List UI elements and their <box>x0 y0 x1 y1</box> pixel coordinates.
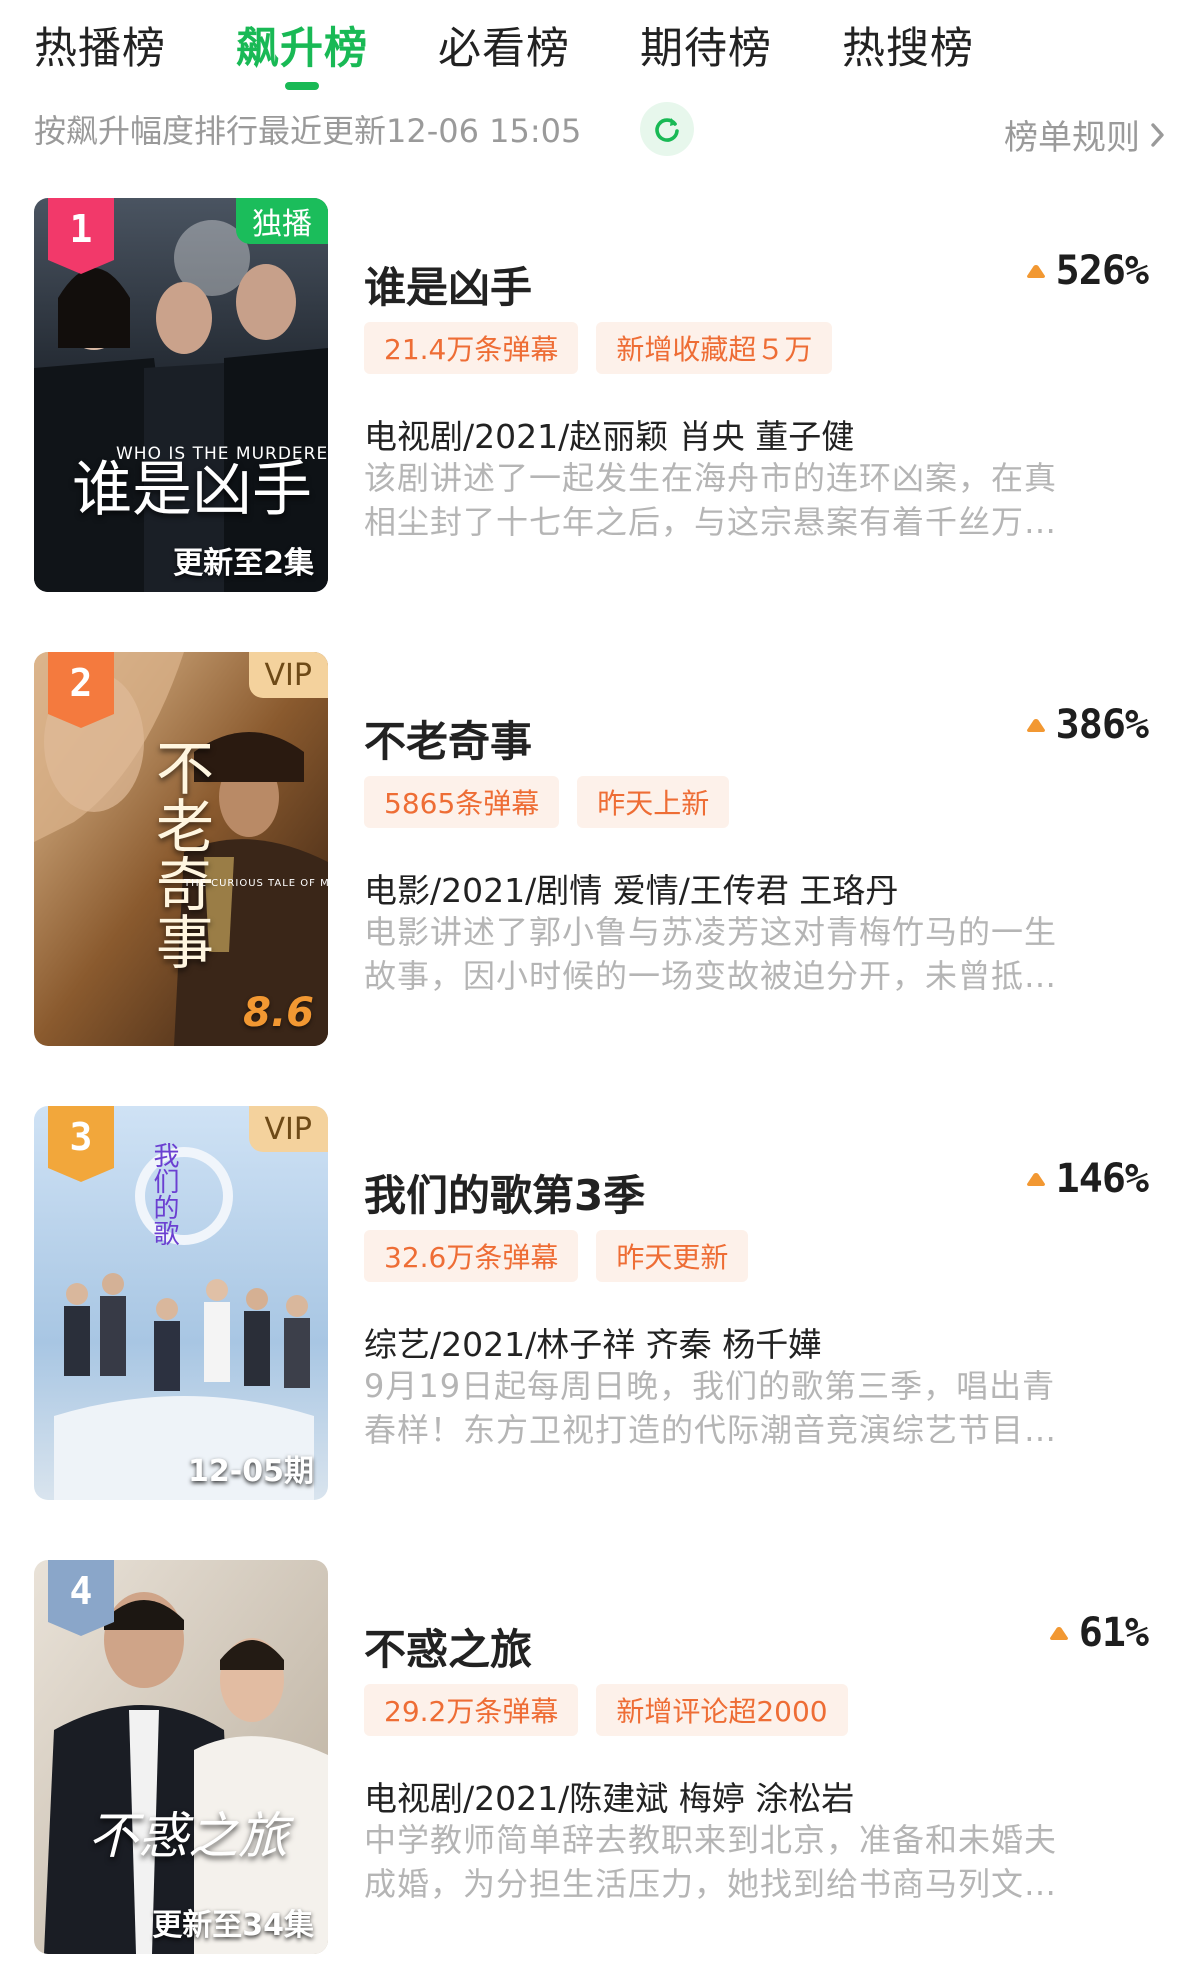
chart-rules-link[interactable]: 榜单规则 <box>1004 110 1166 159</box>
growth-value: 386% <box>1055 702 1149 748</box>
tag-chip: 新增收藏超５万 <box>596 322 833 374</box>
growth-value: 526% <box>1055 248 1149 294</box>
ranking-item[interactable]: 3 VIP 我们的歌 12-05期 我们的歌第3季 146% 32.6万条弹幕 … <box>0 1106 1200 1502</box>
vip-badge: VIP <box>248 652 328 698</box>
chart-rules-label: 榜单规则 <box>1004 118 1140 158</box>
refresh-button[interactable] <box>640 102 694 156</box>
item-description: 该剧讲述了一起发生在海舟市的连环凶案，在真 相尘封了十七年之后，与这宗悬案有着千… <box>364 456 1154 544</box>
tab-anticipated[interactable]: 期待榜 <box>640 14 772 76</box>
item-description: 电影讲述了郭小鲁与苏凌芳这对青梅竹马的一生 故事，因小时候的一场变故被迫分开，未… <box>364 910 1154 998</box>
description-line: 9月19日起每周日晚，我们的歌第三季，唱出青 <box>364 1367 1056 1405</box>
tag-chip: 新增评论超2000 <box>596 1684 848 1736</box>
up-arrow-icon <box>1026 719 1045 732</box>
episode-status: 更新至2集 <box>173 546 314 581</box>
item-meta: 电视剧/2021/陈建斌 梅婷 涂松岩 <box>364 1779 855 1818</box>
item-meta: 综艺/2021/林子祥 齐秦 杨千嬅 <box>364 1325 822 1364</box>
tab-rising[interactable]: 飙升榜 <box>236 14 368 76</box>
growth-rate: 526% <box>1026 248 1149 294</box>
description-line: 成婚，为分担生活压力，她找到给书商马列文… <box>364 1865 1058 1903</box>
poster-subtitle: THE CURIOUS TALE OF MR.GUO <box>184 878 328 889</box>
description-line: 电影讲述了郭小鲁与苏凌芳这对青梅竹马的一生 <box>364 913 1058 951</box>
ranking-item[interactable]: 1 独播 WHO IS THE MURDERER 谁是凶手 更新至2集 谁是凶手… <box>0 198 1200 594</box>
rating-score: 8.6 <box>243 990 314 1036</box>
description-line: 中学教师简单辞去教职来到北京，准备和未婚夫 <box>364 1821 1058 1859</box>
exclusive-badge: 独播 <box>236 198 328 244</box>
up-arrow-icon <box>1026 265 1045 278</box>
growth-rate: 61% <box>1049 1610 1149 1656</box>
tag-chip: 昨天上新 <box>577 776 730 828</box>
item-description: 中学教师简单辞去教职来到北京，准备和未婚夫 成婚，为分担生活压力，她找到给书商马… <box>364 1818 1154 1906</box>
poster-title-art: 我们的歌 <box>149 1142 179 1246</box>
tag-chip: 5865条弹幕 <box>364 776 560 828</box>
tag-chip: 昨天更新 <box>596 1230 749 1282</box>
tab-must-watch[interactable]: 必看榜 <box>438 14 570 76</box>
description-line: 春样！东方卫视打造的代际潮音竞演综艺节目… <box>364 1411 1058 1449</box>
item-title[interactable]: 谁是凶手 <box>364 254 532 315</box>
growth-rate: 146% <box>1026 1156 1149 1202</box>
ranking-item[interactable]: 2 VIP 不老奇事 THE CURIOUS TALE OF MR.GUO 8.… <box>0 652 1200 1048</box>
rank-badge: 4 <box>48 1560 114 1636</box>
sort-info-bar: 按飙升幅度排行最近更新12-06 15:05 榜单规则 <box>0 100 1200 162</box>
description-line: 相尘封了十七年之后，与这宗悬案有着千丝万… <box>364 503 1058 541</box>
tag-list: 29.2万条弹幕 新增评论超2000 <box>364 1684 866 1736</box>
episode-status: 更新至34集 <box>152 1908 314 1943</box>
tag-list: 5865条弹幕 昨天上新 <box>364 776 747 828</box>
tag-list: 32.6万条弹幕 昨天更新 <box>364 1230 766 1282</box>
chart-tab-bar: 热播榜 飙升榜 必看榜 期待榜 热搜榜 <box>0 0 1200 90</box>
up-arrow-icon <box>1026 1173 1045 1186</box>
growth-value: 146% <box>1055 1156 1149 1202</box>
rank-badge: 3 <box>48 1106 114 1182</box>
poster-thumbnail[interactable]: 4 不惑之旅 更新至34集 <box>34 1560 328 1954</box>
poster-title-art: 不惑之旅 <box>88 1807 288 1865</box>
item-meta: 电视剧/2021/赵丽颖 肖央 董子健 <box>364 417 855 456</box>
poster-title-art: 不老奇事 <box>146 738 214 970</box>
tag-list: 21.4万条弹幕 新增收藏超５万 <box>364 322 850 374</box>
description-line: 该剧讲述了一起发生在海舟市的连环凶案，在真 <box>364 459 1058 497</box>
rank-badge: 2 <box>48 652 114 728</box>
ranking-item[interactable]: 4 不惑之旅 更新至34集 不惑之旅 61% 29.2万条弹幕 新增评论超200… <box>0 1560 1200 1956</box>
refresh-icon <box>655 118 679 142</box>
tag-chip: 21.4万条弹幕 <box>364 322 579 374</box>
poster-title-art: 谁是凶手 <box>72 455 312 525</box>
item-meta: 电影/2021/剧情 爱情/王传君 王珞丹 <box>364 871 899 910</box>
tab-hot-search[interactable]: 热搜榜 <box>842 14 974 76</box>
up-arrow-icon <box>1049 1627 1068 1640</box>
sort-update-info: 按飙升幅度排行最近更新12-06 15:05 <box>34 112 582 150</box>
poster-thumbnail[interactable]: 3 VIP 我们的歌 12-05期 <box>34 1106 328 1500</box>
description-line: 故事，因小时候的一场变故被迫分开，未曾抵… <box>364 957 1058 995</box>
poster-thumbnail[interactable]: 1 独播 WHO IS THE MURDERER 谁是凶手 更新至2集 <box>34 198 328 592</box>
tag-chip: 29.2万条弹幕 <box>364 1684 579 1736</box>
tab-hot-play[interactable]: 热播榜 <box>34 14 166 76</box>
tag-chip: 32.6万条弹幕 <box>364 1230 579 1282</box>
rank-badge: 1 <box>48 198 114 274</box>
item-title[interactable]: 我们的歌第3季 <box>364 1162 645 1223</box>
chevron-right-icon <box>1151 122 1164 147</box>
growth-rate: 386% <box>1026 702 1149 748</box>
item-title[interactable]: 不老奇事 <box>364 708 532 769</box>
episode-status: 12-05期 <box>188 1454 314 1489</box>
vip-badge: VIP <box>248 1106 328 1152</box>
item-description: 9月19日起每周日晚，我们的歌第三季，唱出青 春样！东方卫视打造的代际潮音竞演综… <box>364 1364 1154 1452</box>
poster-thumbnail[interactable]: 2 VIP 不老奇事 THE CURIOUS TALE OF MR.GUO 8.… <box>34 652 328 1046</box>
growth-value: 61% <box>1078 1610 1149 1656</box>
active-tab-indicator <box>285 82 319 90</box>
item-title[interactable]: 不惑之旅 <box>364 1616 532 1677</box>
